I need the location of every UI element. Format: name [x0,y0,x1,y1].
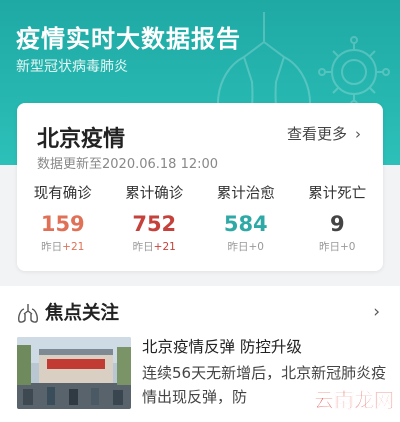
chevron-right-icon: › [355,125,361,143]
region-title: 北京疫情 [37,127,126,152]
view-more-label: 查看更多 [286,125,347,143]
stat-current-confirmed[interactable]: 现有确诊 159 昨日+21 [17,183,109,254]
delta-value: +21 [62,241,85,253]
stat-label: 累计确诊 [125,186,184,202]
news-thumbnail[interactable] [17,337,131,409]
chevron-right-icon[interactable]: › [373,302,380,322]
stat-value: 584 [223,212,268,236]
stat-total-cured[interactable]: 累计治愈 584 昨日+0 [200,183,292,254]
page-title: 疫情实时大数据报告 [16,25,241,53]
delta-prefix: 昨日 [319,241,340,253]
delta-value: +0 [248,241,264,253]
stat-label: 累计死亡 [308,186,367,202]
stat-delta: 昨日+21 [109,240,201,254]
stat-value: 752 [132,212,177,236]
delta-value: +0 [340,241,356,253]
stat-value: 9 [329,212,345,236]
stat-total-confirmed[interactable]: 累计确诊 752 昨日+21 [109,183,201,254]
stat-label: 现有确诊 [33,186,92,202]
stat-label: 累计治愈 [216,186,275,202]
watermark-logo: 云南龙网 [314,388,395,413]
lungs-icon [18,304,38,323]
stat-delta: 昨日+0 [200,240,292,254]
focus-title: 焦点关注 [45,303,120,324]
stat-total-deaths[interactable]: 累计死亡 9 昨日+0 [292,183,384,254]
stat-delta: 昨日+21 [17,240,109,254]
region-stats-card: 北京疫情 查看更多 › 数据更新至2020.06.18 12:00 现有确诊 15… [17,103,383,271]
stat-value: 159 [40,212,85,236]
page-subtitle: 新型冠状病毒肺炎 [16,59,128,75]
delta-prefix: 昨日 [227,241,249,253]
delta-prefix: 昨日 [132,241,154,253]
update-time: 数据更新至2020.06.18 12:00 [37,157,219,172]
view-more-link[interactable]: 查看更多 › [287,123,361,144]
delta-prefix: 昨日 [41,241,63,253]
stats-row: 现有确诊 159 昨日+21 累计确诊 752 昨日+21 累计治愈 584 昨… [17,183,383,254]
delta-value: +21 [153,241,176,253]
stat-delta: 昨日+0 [292,240,384,254]
news-title[interactable]: 北京疫情反弹 防控升级 [142,335,302,357]
